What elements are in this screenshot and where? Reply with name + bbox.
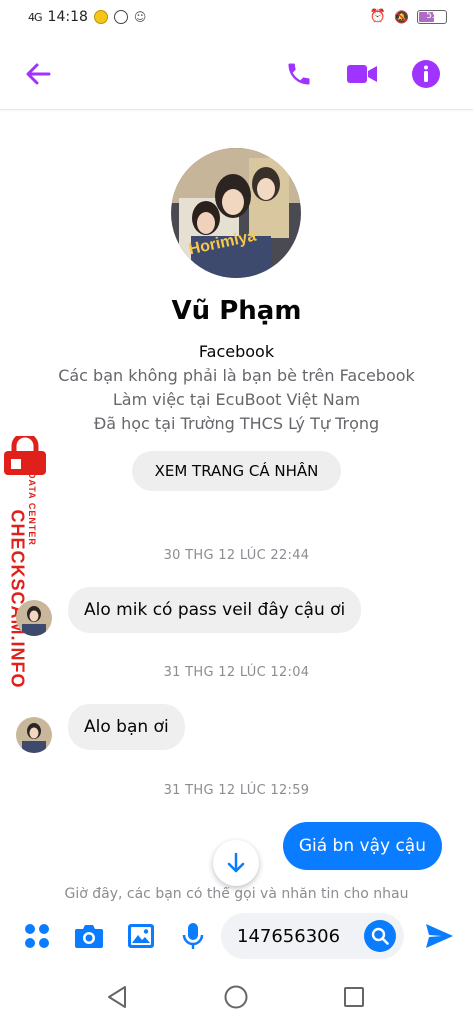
more-actions-button[interactable] <box>22 921 52 951</box>
sender-avatar[interactable] <box>16 717 52 753</box>
status-right: ⏰ 🔕 55 <box>370 9 447 24</box>
alarm-icon: ⏰ <box>369 9 387 24</box>
send-button[interactable] <box>424 921 454 951</box>
gallery-button[interactable] <box>126 921 156 951</box>
camera-icon <box>75 925 103 948</box>
outgoing-message[interactable]: Giá bn vậy cậu <box>282 822 442 870</box>
profile-platform: Facebook <box>198 342 275 361</box>
notification-app-icon-2 <box>113 10 128 24</box>
incoming-message[interactable]: Alo bạn ơi <box>68 704 185 750</box>
search-button[interactable] <box>364 920 396 952</box>
sender-avatar[interactable] <box>16 600 52 636</box>
watermark-brand: CHECKSCAM.INFO <box>7 509 28 689</box>
camera-button[interactable] <box>74 921 104 951</box>
system-navigation-bar <box>0 971 473 1024</box>
voice-message-button[interactable] <box>178 921 208 951</box>
voice-call-button[interactable] <box>281 56 317 92</box>
image-icon <box>128 924 154 948</box>
status-left: 4G 14:18 ☺ <box>28 9 146 25</box>
info-icon <box>412 60 440 88</box>
video-camera-icon <box>347 65 377 83</box>
avatar-image <box>16 600 52 636</box>
chat-hint-text: Giờ đây, các bạn có thể gọi và nhắn tin … <box>64 887 409 901</box>
video-call-button[interactable] <box>344 56 380 92</box>
status-bar: 4G 14:18 ☺ ⏰ 🔕 55 <box>0 0 473 36</box>
back-button[interactable] <box>20 56 56 92</box>
square-recents-icon <box>344 987 364 1007</box>
battery-level: 55 <box>426 10 438 21</box>
profile-work: Làm việc tại EcuBoot Việt Nam <box>112 390 361 409</box>
battery-icon: 55 <box>417 9 447 24</box>
notification-app-icon-3: ☺ <box>133 10 147 24</box>
view-profile-button[interactable]: XEM TRANG CÁ NHÂN <box>132 451 341 491</box>
info-button[interactable] <box>408 56 444 92</box>
chat-header <box>0 36 473 110</box>
message-input-wrapper <box>221 913 404 959</box>
circle-home-icon <box>224 985 248 1009</box>
avatar-image: Horimiya <box>171 148 301 278</box>
friend-status: Các bạn không phải là bạn bè trên Facebo… <box>58 366 415 385</box>
profile-education: Đã học tại Trường THCS Lý Tự Trọng <box>93 414 380 433</box>
send-icon <box>426 924 453 948</box>
timestamp: 30 THG 12 LÚC 22:44 <box>163 548 310 563</box>
incoming-message[interactable]: Alo mik có pass veil đây cậu ơi <box>68 587 362 633</box>
notification-app-icon <box>93 10 108 24</box>
search-icon <box>371 927 389 945</box>
message-input[interactable] <box>237 925 367 947</box>
microphone-icon <box>182 923 204 949</box>
message-composer <box>0 901 473 971</box>
timestamp: 31 THG 12 LÚC 12:59 <box>163 783 310 798</box>
watermark-tagline: DATA CENTER <box>27 472 37 546</box>
timestamp: 31 THG 12 LÚC 12:04 <box>163 665 310 680</box>
arrow-left-icon <box>26 63 51 85</box>
arrow-down-icon <box>227 852 245 873</box>
phone-icon <box>288 63 310 85</box>
avatar-image <box>16 717 52 753</box>
lock-icon <box>4 436 46 475</box>
nav-back-button[interactable] <box>103 983 131 1011</box>
nav-home-button[interactable] <box>222 983 250 1011</box>
four-dots-icon <box>25 924 49 948</box>
signal-indicator: 4G <box>28 10 42 24</box>
nav-recent-apps-button[interactable] <box>340 983 368 1011</box>
scroll-to-bottom-button[interactable] <box>213 840 259 886</box>
profile-name: Vũ Phạm <box>171 296 302 326</box>
status-time: 14:18 <box>47 9 88 25</box>
triangle-back-icon <box>108 986 126 1008</box>
mute-icon: 🔕 <box>394 9 409 24</box>
profile-avatar[interactable]: Horimiya <box>171 148 301 278</box>
